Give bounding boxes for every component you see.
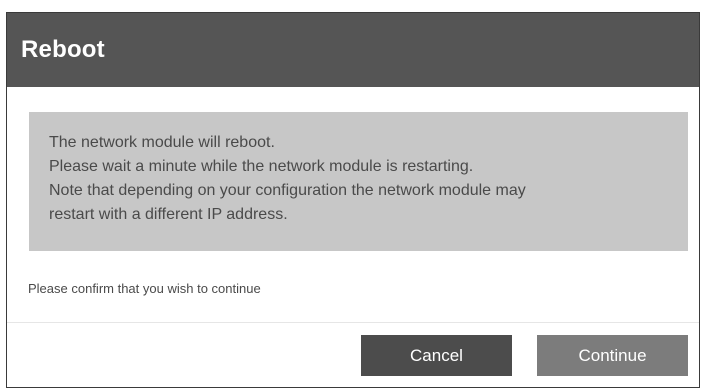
cancel-button[interactable]: Cancel [361, 335, 512, 376]
notice-line: restart with a different IP address. [49, 206, 288, 223]
reboot-notice: The network module will reboot. Please w… [29, 112, 688, 251]
dialog-title: Reboot [21, 36, 105, 63]
notice-line: Please wait a minute while the network m… [49, 158, 474, 175]
dialog-body: The network module will reboot. Please w… [7, 87, 699, 296]
notice-line: Note that depending on your configuratio… [49, 182, 526, 199]
dialog-footer: Cancel Continue [361, 335, 688, 376]
confirm-prompt: Please confirm that you wish to continue [28, 281, 261, 296]
notice-line: The network module will reboot. [49, 134, 275, 151]
continue-button[interactable]: Continue [537, 335, 688, 376]
footer-divider [7, 322, 699, 323]
dialog-header: Reboot [7, 13, 699, 87]
reboot-dialog: Reboot The network module will reboot. P… [6, 12, 700, 388]
